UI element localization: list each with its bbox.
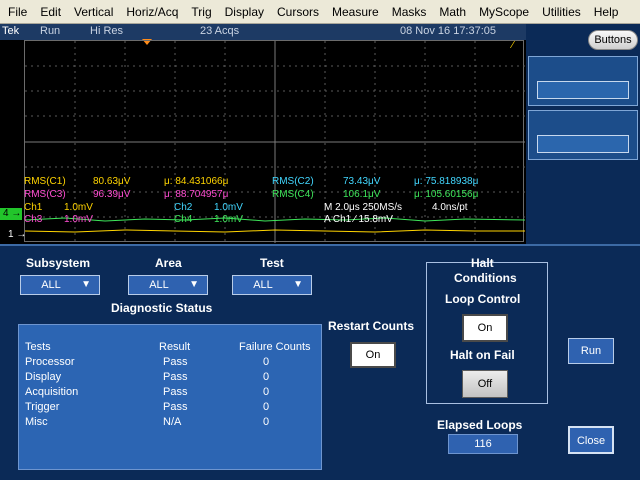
table-cell-failures: 0 [263, 401, 270, 413]
oscilloscope-window: File Edit Vertical Horiz/Acq Trig Displa… [0, 0, 640, 480]
buttons-toggle-button[interactable]: Buttons [588, 30, 638, 50]
rms-c2-value: 73.43μV [343, 176, 381, 187]
diagnostics-panel: Subsystem Area Test ALL ▼ ALL ▼ ALL ▼ Di… [0, 244, 640, 480]
menu-horiz-acq[interactable]: Horiz/Acq [120, 5, 185, 19]
test-label: Test [260, 256, 284, 270]
mean-c2-value: μ: 75.818938μ [414, 176, 479, 187]
area-dropdown[interactable]: ALL ▼ [128, 275, 208, 295]
conditions-title: Conditions [454, 271, 517, 285]
chevron-down-icon: ▼ [293, 279, 303, 290]
ch4-label[interactable]: Ch4 [174, 214, 192, 226]
right-panel-slot-2 [528, 110, 638, 160]
table-cell-failures: 0 [263, 371, 270, 383]
menu-myscope[interactable]: MyScope [473, 5, 536, 19]
table-cell-failures: 0 [263, 416, 270, 428]
menu-vertical[interactable]: Vertical [68, 5, 120, 19]
ch2-scale[interactable]: 1.0mV [214, 202, 243, 214]
loop-control-button[interactable]: On [462, 314, 508, 342]
table-header-result: Result [159, 341, 191, 353]
status-bar: Tek Run Hi Res 23 Acqs 08 Nov 16 17:37:0… [0, 24, 526, 40]
menu-bar: File Edit Vertical Horiz/Acq Trig Displa… [0, 0, 640, 24]
ch3-label[interactable]: Ch3 [24, 214, 42, 226]
diagnostic-status-table: Tests Result Failure Counts Processor Pa… [18, 324, 322, 470]
subsystem-dropdown[interactable]: ALL ▼ [20, 275, 100, 295]
right-panel-field-1[interactable] [537, 81, 629, 99]
table-cell-result: Pass [163, 371, 188, 383]
rms-c2-label: RMS(C2) [272, 176, 314, 187]
rms-c1-value: 80.63μV [93, 176, 131, 187]
menu-utilities[interactable]: Utilities [536, 5, 588, 19]
table-cell-result: Pass [163, 401, 188, 413]
menu-help[interactable]: Help [588, 5, 626, 19]
mean-c4-value: μ: 105.60156μ [414, 189, 479, 200]
subsystem-value: ALL [41, 279, 61, 291]
rms-c4-value: 106.1μV [343, 189, 381, 200]
run-button[interactable]: Run [568, 338, 614, 364]
table-header-tests: Tests [25, 341, 51, 353]
mean-c3-value: μ: 88.704957μ [164, 189, 229, 200]
menu-masks[interactable]: Masks [386, 5, 434, 19]
table-cell-result: N/A [163, 416, 182, 428]
menu-math[interactable]: Math [433, 5, 473, 19]
ch1-ground-marker[interactable]: 1 → [8, 229, 26, 240]
table-cell-test: Trigger [25, 401, 60, 413]
halt-on-fail-button[interactable]: Off [462, 370, 508, 398]
halt-on-fail-label: Halt on Fail [450, 348, 515, 362]
area-label: Area [155, 256, 182, 270]
test-value: ALL [253, 279, 273, 291]
table-cell-test: Display [25, 371, 62, 383]
area-value: ALL [149, 279, 169, 291]
table-cell-test: Acquisition [25, 386, 79, 398]
elapsed-loops-label: Elapsed Loops [437, 418, 523, 432]
ch4-scale[interactable]: 1.0mV [214, 214, 243, 226]
table-cell-result: Pass [163, 386, 188, 398]
right-panel-field-2[interactable] [537, 135, 629, 153]
menu-edit[interactable]: Edit [34, 5, 68, 19]
table-cell-failures: 0 [263, 386, 270, 398]
rms-c4-label: RMS(C4) [272, 189, 314, 200]
mean-c1-value: μ: 84.431066μ [164, 176, 229, 187]
halt-title: Halt [471, 256, 494, 270]
restart-counts-label: Restart Counts [328, 319, 415, 333]
elapsed-loops-value: 116 [448, 434, 518, 454]
ch1-label[interactable]: Ch1 [24, 202, 42, 214]
chevron-down-icon: ▼ [81, 279, 91, 290]
table-cell-test: Processor [25, 356, 75, 368]
ch4-ground-marker[interactable]: 4 → [0, 208, 22, 220]
acq-mode[interactable]: Hi Res [90, 25, 123, 37]
acq-count: 23 Acqs [200, 25, 240, 37]
table-cell-failures: 0 [263, 356, 270, 368]
rms-c1-label: RMS(C1) [24, 176, 66, 187]
rms-c3-label: RMS(C3) [24, 189, 66, 200]
run-status[interactable]: Run [40, 25, 60, 37]
timebase-readout[interactable]: M 2.0μs 250MS/s [324, 202, 402, 214]
menu-display[interactable]: Display [219, 5, 271, 19]
menu-trig[interactable]: Trig [185, 5, 218, 19]
scope-display: Tek Run Hi Res 23 Acqs 08 Nov 16 17:37:0… [0, 24, 526, 244]
date-time: 08 Nov 16 17:37:05 [400, 25, 497, 37]
subsystem-label: Subsystem [26, 256, 91, 270]
table-header-failure-counts: Failure Counts [239, 341, 311, 353]
loop-control-label: Loop Control [445, 292, 521, 306]
tek-logo: Tek [2, 25, 20, 37]
menu-measure[interactable]: Measure [326, 5, 386, 19]
right-control-column: Buttons [526, 24, 640, 244]
menu-file[interactable]: File [2, 5, 34, 19]
trigger-readout[interactable]: A Ch1 ⁄ 15.8mV [324, 214, 393, 226]
menu-cursors[interactable]: Cursors [271, 5, 326, 19]
restart-counts-button[interactable]: On [350, 342, 396, 368]
close-button[interactable]: Close [568, 426, 614, 454]
rms-c3-value: 96.39μV [93, 189, 131, 200]
right-panel-slot-1 [528, 56, 638, 106]
test-dropdown[interactable]: ALL ▼ [232, 275, 312, 295]
chevron-down-icon: ▼ [189, 279, 199, 290]
table-cell-test: Misc [25, 416, 48, 428]
diagnostic-status-title: Diagnostic Status [111, 301, 213, 315]
ch2-label[interactable]: Ch2 [174, 202, 192, 214]
table-cell-result: Pass [163, 356, 188, 368]
resolution-readout: 4.0ns/pt [432, 202, 468, 213]
ch3-scale[interactable]: 1.0mV [64, 214, 93, 226]
ch1-scale[interactable]: 1.0mV [64, 202, 93, 214]
